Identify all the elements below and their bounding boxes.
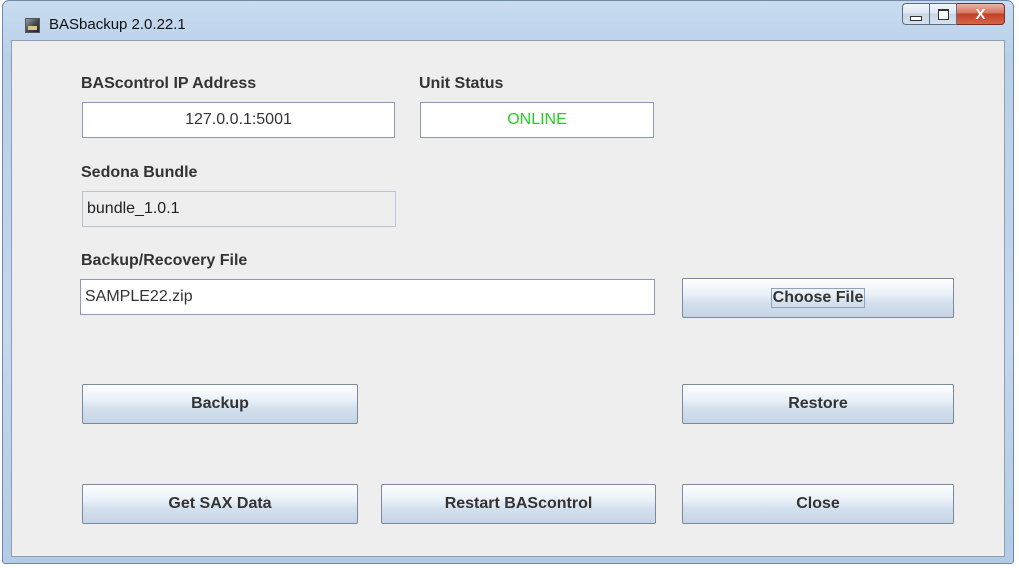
sedona-bundle-field: bundle_1.0.1 [82, 191, 396, 227]
restart-bascontrol-button[interactable]: Restart BAScontrol [381, 484, 656, 524]
close-icon: X [975, 5, 986, 23]
get-sax-data-button[interactable]: Get SAX Data [82, 484, 358, 524]
minimize-button[interactable] [902, 3, 930, 25]
minimize-icon [910, 15, 922, 21]
maximize-button[interactable] [930, 3, 957, 25]
window-title: BASbackup 2.0.22.1 [49, 16, 186, 33]
main-panel: BAScontrol IP Address 127.0.0.1:5001 Uni… [11, 40, 1005, 557]
backup-file-label: Backup/Recovery File [81, 252, 248, 269]
choose-file-button[interactable]: Choose File [682, 278, 954, 318]
maximize-icon [937, 8, 949, 20]
unit-status-field: ONLINE [420, 102, 654, 138]
restore-button[interactable]: Restore [682, 384, 954, 424]
close-button[interactable]: Close [682, 484, 954, 524]
ip-address-label: BAScontrol IP Address [81, 75, 257, 92]
window-controls: X [902, 3, 1005, 27]
backup-file-field[interactable]: SAMPLE22.zip [80, 279, 655, 315]
backup-button[interactable]: Backup [82, 384, 358, 424]
ip-address-field[interactable]: 127.0.0.1:5001 [82, 102, 395, 138]
close-window-button[interactable]: X [957, 3, 1005, 25]
choose-file-label: Choose File [770, 288, 866, 308]
app-window: BASbackup 2.0.22.1 X BAScontrol IP Addre… [2, 0, 1014, 564]
app-icon[interactable] [25, 18, 40, 33]
title-bar[interactable]: BASbackup 2.0.22.1 X [3, 1, 1013, 41]
sedona-bundle-label: Sedona Bundle [81, 164, 198, 181]
unit-status-label: Unit Status [419, 75, 504, 92]
